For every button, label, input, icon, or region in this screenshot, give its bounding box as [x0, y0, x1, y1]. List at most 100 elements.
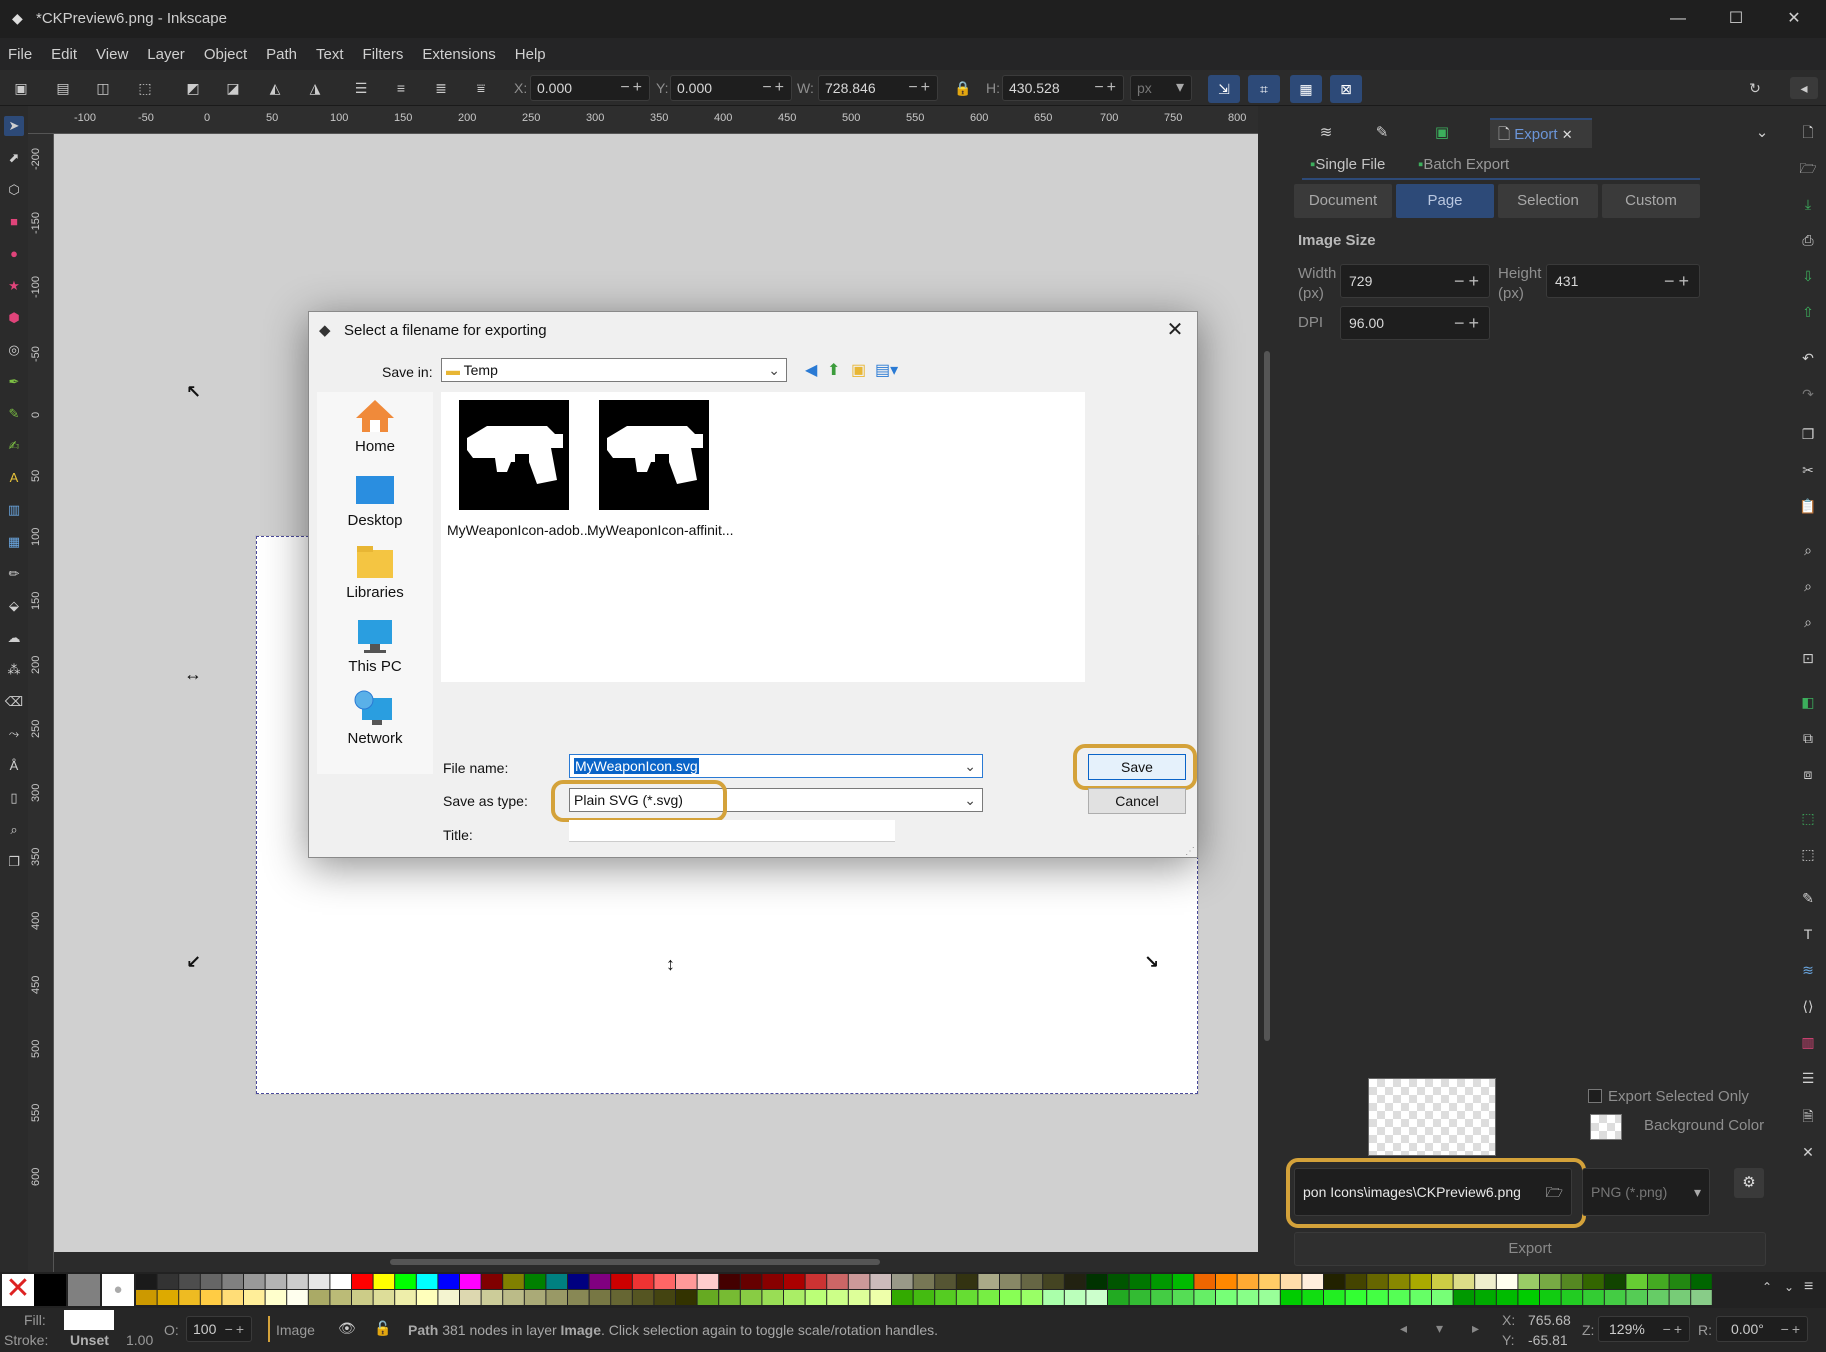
3d-box-tool-icon[interactable]: ⬢ [4, 308, 24, 328]
flip-vertical-icon[interactable]: ◮ [304, 77, 326, 99]
vertical-scroll-thumb[interactable] [1264, 351, 1270, 1041]
palette-swatch[interactable] [179, 1274, 200, 1289]
text-tool-icon[interactable]: A [4, 468, 24, 488]
tab-export[interactable]: 🗋 Export ✕ [1490, 118, 1592, 148]
palette-swatch[interactable] [1064, 1290, 1086, 1305]
palette-swatch[interactable] [1410, 1290, 1431, 1305]
objects-icon[interactable]: ☰ [1798, 1068, 1818, 1088]
palette-swatch[interactable] [1237, 1290, 1259, 1305]
layer-lock-icon[interactable]: 🔓 [374, 1320, 391, 1337]
palette-swatch[interactable] [784, 1290, 805, 1305]
palette-swatch[interactable] [524, 1290, 546, 1305]
y-input[interactable]: 0.000 −+ [670, 75, 792, 101]
pencil-tool-icon[interactable]: ✎ [4, 404, 24, 424]
palette-swatch[interactable] [784, 1274, 805, 1289]
palette-swatch[interactable] [568, 1290, 589, 1305]
page-next-icon[interactable]: ▸ [1472, 1320, 1479, 1337]
dropper-tool-icon[interactable]: ✏ [4, 564, 24, 584]
w-input[interactable]: 728.846 −+ [818, 75, 938, 101]
maximize-button[interactable]: ☐ [1716, 6, 1756, 32]
stroke-value[interactable]: Unset [70, 1332, 109, 1348]
opacity-input[interactable]: 100 −+ [186, 1316, 252, 1342]
x-input[interactable]: 0.000 −+ [530, 75, 650, 101]
minimize-button[interactable]: — [1658, 6, 1698, 32]
palette-swatch[interactable] [827, 1290, 848, 1305]
place-network[interactable]: Network [317, 690, 433, 747]
up-folder-icon[interactable]: ⬆ [827, 360, 840, 380]
lower-icon[interactable]: ≣ [430, 77, 452, 99]
palette-swatch[interactable] [1648, 1274, 1669, 1289]
opacity-stepper[interactable]: −+ [225, 1317, 247, 1341]
palette-swatch[interactable] [676, 1290, 697, 1305]
zoom-selection-icon[interactable]: ⌕ [1798, 540, 1818, 560]
export-selected-only-checkbox[interactable] [1588, 1089, 1602, 1103]
text-font-icon[interactable]: T [1798, 924, 1818, 944]
palette-swatch[interactable] [611, 1290, 632, 1305]
raise-icon[interactable]: ≡ [390, 77, 412, 99]
palette-swatch[interactable] [719, 1274, 740, 1289]
close-window-button[interactable]: ✕ [1774, 6, 1814, 32]
palette-swatch[interactable] [1583, 1290, 1604, 1305]
palette-swatch[interactable] [611, 1274, 632, 1289]
single-file-tab[interactable]: ▪Single File [1310, 156, 1385, 173]
rotate-ccw-icon[interactable]: ◩ [182, 77, 204, 99]
palette-swatch[interactable] [654, 1290, 675, 1305]
group-icon[interactable]: ⬚ [1798, 808, 1818, 828]
palette-swatch[interactable] [1388, 1274, 1410, 1289]
file-name-input[interactable]: MyWeaponIcon.svg ⌄ [569, 754, 983, 778]
palette-swatch[interactable] [697, 1290, 719, 1305]
palette-swatch[interactable] [978, 1290, 999, 1305]
palette-swatch[interactable] [395, 1274, 416, 1289]
palette-swatch[interactable] [1691, 1290, 1712, 1305]
palette-swatch[interactable] [330, 1274, 351, 1289]
save-button[interactable]: Save [1088, 754, 1186, 780]
redo-icon[interactable]: ↷ [1798, 384, 1818, 404]
export-filetype-select[interactable]: PNG (*.png) ▾ [1582, 1168, 1710, 1216]
ellipse-tool-icon[interactable]: ● [4, 244, 24, 264]
rotate-input[interactable]: 0.00° −+ [1716, 1316, 1808, 1342]
spray-tool-icon[interactable]: ⁂ [4, 660, 24, 680]
palette-swatch[interactable] [827, 1274, 848, 1289]
palette-swatch[interactable] [481, 1274, 503, 1289]
export-png-icon[interactable]: ▣ [1424, 118, 1460, 148]
palette-swatch[interactable] [1604, 1290, 1626, 1305]
palette-swatch[interactable] [1475, 1290, 1496, 1305]
palette-swatch[interactable] [1151, 1274, 1172, 1289]
gradient-tool-icon[interactable]: ▥ [4, 500, 24, 520]
current-layer[interactable]: Image [276, 1322, 315, 1338]
align-distribute-icon[interactable]: ▥ [1798, 1032, 1818, 1052]
export-icon[interactable]: ⇧ [1798, 302, 1818, 322]
palette-scroll-down-icon[interactable]: ⌄ [1784, 1280, 1794, 1294]
export-settings-gear-icon[interactable]: ⚙ [1734, 1168, 1764, 1198]
cut-icon[interactable]: ✂ [1798, 460, 1818, 480]
menu-view[interactable]: View [96, 46, 128, 63]
palette-swatch[interactable] [179, 1290, 200, 1305]
palette-swatch[interactable] [935, 1274, 956, 1289]
menu-path[interactable]: Path [266, 46, 297, 63]
clone-icon[interactable]: ⧉ [1798, 728, 1818, 748]
menu-text[interactable]: Text [316, 46, 344, 63]
xml-editor-icon[interactable]: ⟨⟩ [1798, 996, 1818, 1016]
height-stepper[interactable]: −+ [1664, 265, 1693, 297]
transform-patterns-icon[interactable]: ⊠ [1330, 75, 1362, 103]
palette-swatch[interactable] [654, 1274, 675, 1289]
palette-swatch[interactable] [546, 1274, 567, 1289]
select-all-icon[interactable]: ▣ [10, 77, 32, 99]
palette-swatch[interactable] [460, 1290, 481, 1305]
lpe-tool-icon[interactable]: Å [4, 756, 24, 776]
paste-icon[interactable]: 📋 [1798, 496, 1818, 516]
width-stepper[interactable]: −+ [1454, 265, 1483, 297]
zoom-fit-icon[interactable]: ⊡ [1798, 648, 1818, 668]
palette-swatch[interactable] [740, 1274, 762, 1289]
batch-export-tab[interactable]: ▪Batch Export [1418, 156, 1509, 173]
horizontal-scrollbar[interactable] [54, 1252, 1258, 1272]
shape-builder-icon[interactable]: ⬡ [4, 180, 24, 200]
palette-swatch[interactable] [1626, 1290, 1647, 1305]
palette-swatch[interactable] [244, 1290, 265, 1305]
zoom-drawing-icon[interactable]: ⌕ [1798, 576, 1818, 596]
dock-menu-chevron-icon[interactable]: ⌄ [1750, 118, 1774, 148]
resize-handle-top-left[interactable]: ↖ [186, 382, 201, 403]
palette-swatch[interactable] [848, 1274, 870, 1289]
palette-swatch[interactable] [1108, 1274, 1129, 1289]
layers-dialog-icon[interactable]: ≋ [1798, 960, 1818, 980]
